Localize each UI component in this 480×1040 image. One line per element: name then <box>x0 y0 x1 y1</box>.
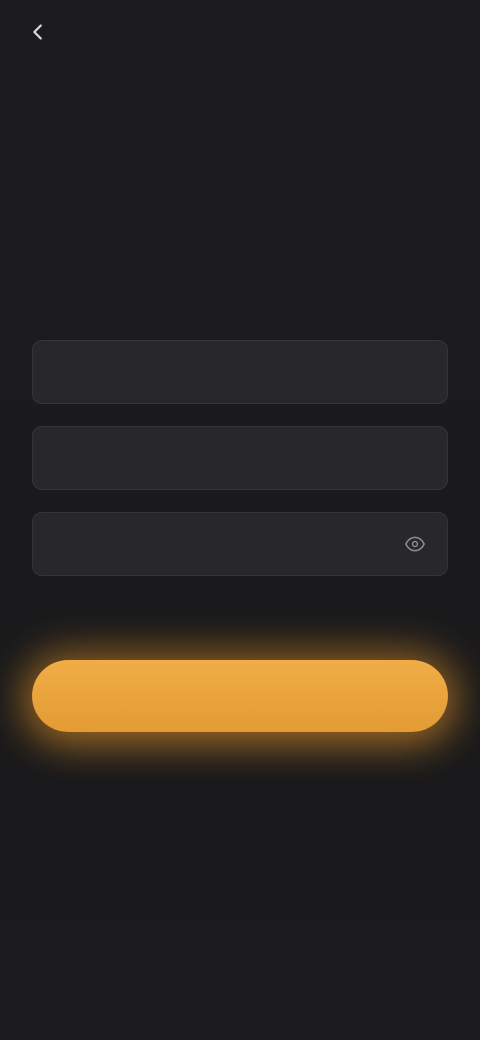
form-field-2[interactable] <box>32 426 448 490</box>
signup-screen <box>0 0 480 1040</box>
footer <box>0 940 480 956</box>
primary-cta-button[interactable] <box>32 660 448 732</box>
field-1-input[interactable] <box>53 362 427 382</box>
arrow-left-icon <box>24 18 52 46</box>
form-field-1[interactable] <box>32 340 448 404</box>
field-3-input[interactable] <box>53 534 403 554</box>
eye-icon[interactable] <box>403 532 427 556</box>
form-field-3[interactable] <box>32 512 448 576</box>
field-2-input[interactable] <box>53 448 427 468</box>
back-button[interactable] <box>24 18 62 46</box>
top-bar <box>0 0 480 64</box>
